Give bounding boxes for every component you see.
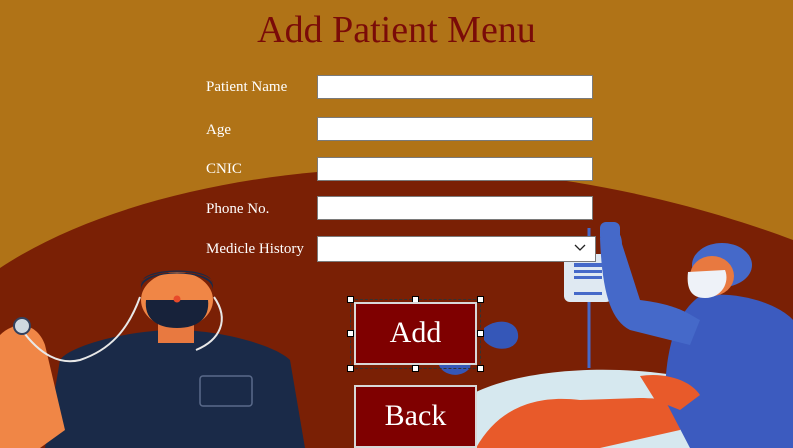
add-button[interactable]: Add [354, 302, 477, 365]
background-illustration [0, 0, 793, 448]
chevron-down-icon[interactable] [573, 240, 587, 254]
phone-input[interactable] [317, 196, 593, 220]
resize-handle[interactable] [477, 330, 484, 337]
resize-handle[interactable] [412, 365, 419, 372]
resize-handle[interactable] [347, 365, 354, 372]
resize-handle[interactable] [347, 296, 354, 303]
patient-name-input[interactable] [317, 75, 593, 99]
phone-label: Phone No. [206, 201, 270, 217]
resize-handle[interactable] [347, 330, 354, 337]
back-button[interactable]: Back [354, 385, 477, 448]
page-title: Add Patient Menu [257, 9, 536, 51]
medical-history-label: Medicle History [206, 241, 304, 257]
resize-handle[interactable] [477, 365, 484, 372]
resize-handle[interactable] [477, 296, 484, 303]
age-input[interactable] [317, 117, 593, 141]
age-label: Age [206, 122, 231, 138]
patient-name-label: Patient Name [206, 79, 288, 95]
medical-history-dropdown[interactable] [317, 236, 596, 262]
cnic-input[interactable] [317, 157, 593, 181]
cnic-label: CNIC [206, 161, 242, 177]
